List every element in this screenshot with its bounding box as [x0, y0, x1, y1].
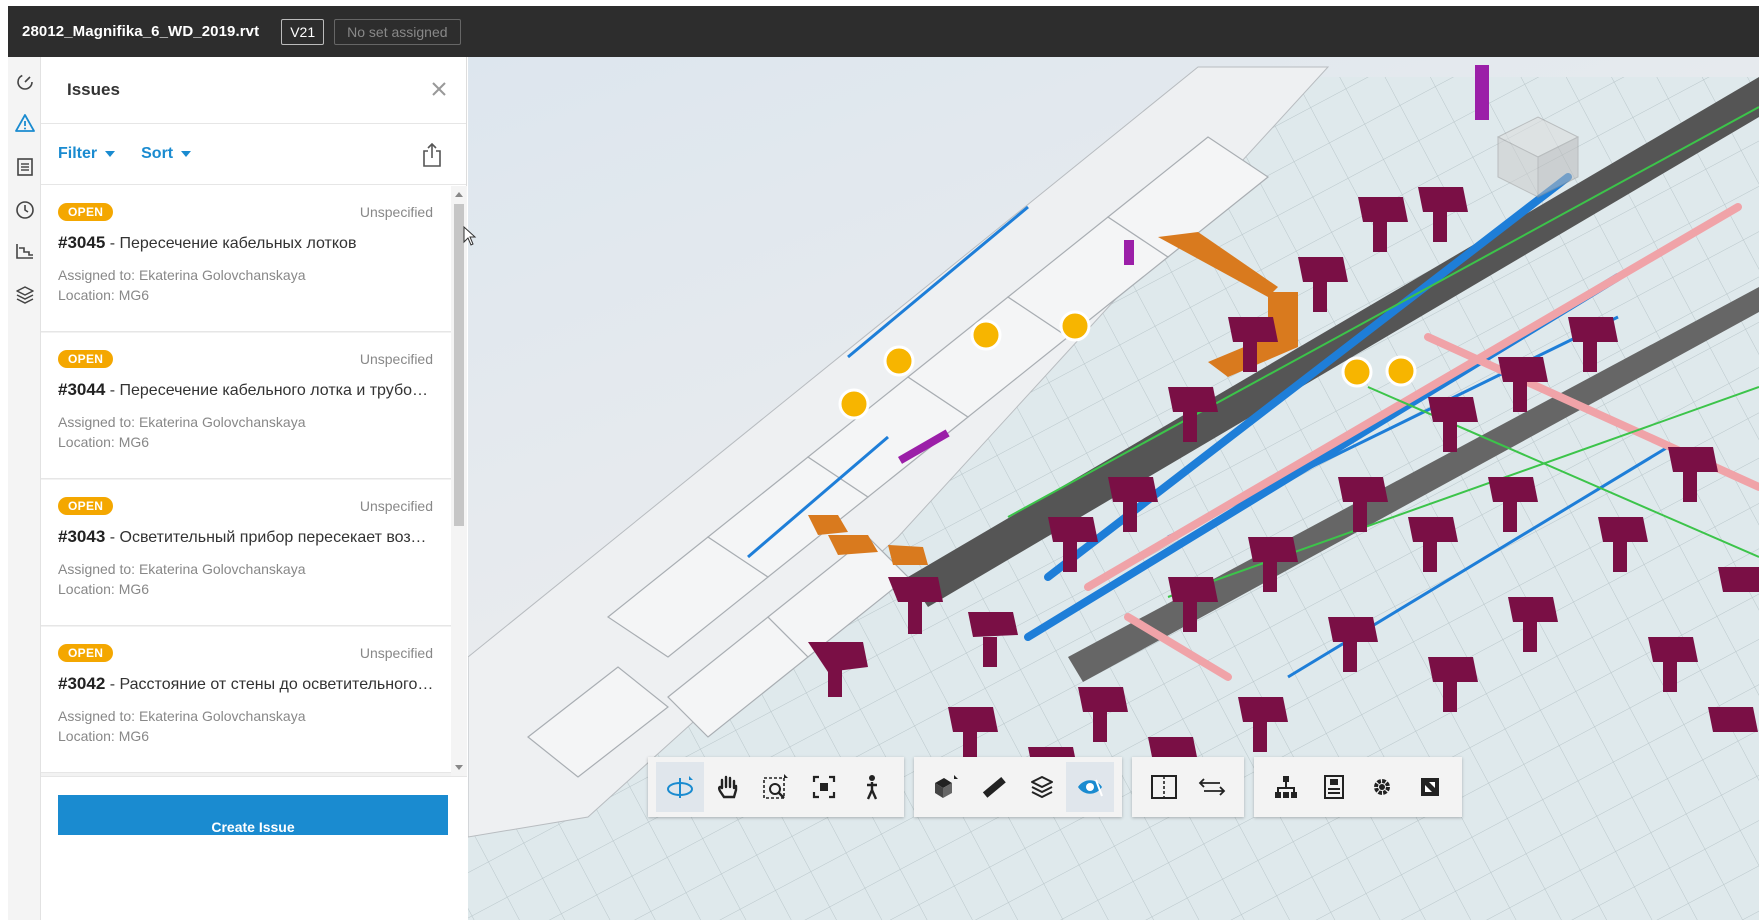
version-badge[interactable]: V21 [281, 18, 325, 45]
panel-title: Issues [67, 80, 120, 99]
location: Location: MG6 [58, 581, 150, 597]
warning-icon[interactable] [8, 107, 41, 139]
panel-tools [1254, 757, 1462, 817]
status-badge: OPEN [58, 350, 114, 368]
priority-label: Unspecified [359, 204, 433, 220]
mouse-cursor-icon [463, 226, 477, 246]
split-view-icon[interactable] [1140, 762, 1188, 812]
issue-title: #3042 - Расстояние от стены до осветител… [58, 674, 434, 694]
location: Location: MG6 [58, 728, 150, 744]
list-scrollbar[interactable] [451, 186, 467, 776]
zoom-window-icon[interactable] [752, 762, 800, 812]
issue-card[interactable]: OPEN Unspecified #3042 - Расстояние от с… [41, 627, 451, 773]
model-browser-icon[interactable] [1262, 762, 1310, 812]
status-badge: OPEN [58, 497, 114, 515]
compare-tools [1132, 757, 1244, 817]
sort-label: Sort [141, 145, 174, 162]
scroll-up-arrow-icon[interactable] [455, 192, 463, 197]
issue-meta: Assigned to: Ekaterina Golovchanskaya Lo… [58, 559, 434, 599]
orbit-icon[interactable] [656, 762, 704, 812]
chevron-down-icon [105, 151, 116, 157]
priority-label: Unspecified [359, 645, 433, 661]
create-issue-button[interactable]: Create Issue [58, 795, 448, 835]
issue-card[interactable]: OPEN Unspecified #3044 - Пересечение каб… [41, 333, 451, 479]
fit-view-icon[interactable] [800, 762, 848, 812]
issue-title-text: Пересечение кабельного лотка и трубопров… [119, 382, 435, 399]
priority-label: Unspecified [359, 351, 433, 367]
chart-icon[interactable] [8, 235, 41, 267]
location: Location: MG6 [58, 434, 150, 450]
panel-footer: Create Issue [41, 776, 467, 920]
issue-title: #3045 - Пересечение кабельных лотков [58, 233, 357, 252]
export-icon[interactable] [422, 142, 442, 168]
issue-list: OPEN Unspecified #3045 - Пересечение каб… [41, 186, 451, 776]
gauge-icon[interactable] [8, 65, 41, 97]
section-box-icon[interactable] [922, 762, 970, 812]
issue-card[interactable]: OPEN Unspecified #3043 - Осветительный п… [41, 480, 451, 626]
issue-card[interactable]: OPEN Unspecified #3045 - Пересечение каб… [41, 186, 451, 332]
assigned-to: Assigned to: Ekaterina Golovchanskaya [58, 414, 306, 430]
filter-sort-bar: Filter Sort [41, 124, 466, 185]
chevron-down-icon [181, 151, 192, 157]
scroll-thumb[interactable] [454, 204, 464, 526]
properties-icon[interactable] [1310, 762, 1358, 812]
status-badge: OPEN [58, 644, 114, 662]
first-person-icon[interactable] [848, 762, 896, 812]
model-tools [914, 757, 1122, 817]
filter-label: Filter [58, 145, 98, 162]
issue-number: #3045 [58, 233, 106, 252]
priority-label: Unspecified [359, 498, 433, 514]
assigned-to: Assigned to: Ekaterina Golovchanskaya [58, 561, 306, 577]
issue-title-text: Расстояние от стены до осветительного пр… [119, 676, 435, 693]
issue-meta: Assigned to: Ekaterina Golovchanskaya Lo… [58, 265, 434, 305]
issue-title-text: Пересечение кабельных лотков [119, 235, 357, 252]
scroll-down-arrow-icon[interactable] [455, 765, 463, 770]
visibility-icon[interactable] [1066, 762, 1114, 812]
issue-number: #3042 [58, 674, 106, 693]
sheets-icon[interactable] [8, 151, 41, 183]
issue-meta: Assigned to: Ekaterina Golovchanskaya Lo… [58, 706, 434, 746]
issue-title: #3043 - Осветительный прибор пересекает … [58, 527, 434, 547]
left-rail [8, 57, 41, 920]
issue-title: #3044 - Пересечение кабельного лотка и т… [58, 380, 434, 400]
filter-dropdown[interactable]: Filter [58, 145, 116, 163]
close-icon[interactable] [428, 78, 450, 100]
set-badge[interactable]: No set assigned [334, 18, 461, 45]
issues-panel: Issues Filter Sort OPEN Unspecified #304… [41, 57, 467, 920]
compare-icon[interactable] [1188, 762, 1236, 812]
assigned-to: Assigned to: Ekaterina Golovchanskaya [58, 708, 306, 724]
measure-icon[interactable] [970, 762, 1018, 812]
clock-icon[interactable] [8, 194, 41, 226]
settings-icon[interactable] [1358, 762, 1406, 812]
issue-number: #3043 [58, 527, 106, 546]
file-name[interactable]: 28012_Magnifika_6_WD_2019.rvt [22, 23, 259, 40]
top-bar: 28012_Magnifika_6_WD_2019.rvt V21 No set… [8, 6, 1759, 57]
assigned-to: Assigned to: Ekaterina Golovchanskaya [58, 267, 306, 283]
location: Location: MG6 [58, 287, 150, 303]
issue-number: #3044 [58, 380, 106, 399]
viewer-toolbar [648, 757, 1462, 817]
sort-dropdown[interactable]: Sort [141, 145, 192, 163]
explode-icon[interactable] [1018, 762, 1066, 812]
model-viewer[interactable] [468, 57, 1759, 920]
layers-icon[interactable] [8, 279, 41, 311]
fullscreen-icon[interactable] [1406, 762, 1454, 812]
issue-meta: Assigned to: Ekaterina Golovchanskaya Lo… [58, 412, 434, 452]
navigation-tools [648, 757, 904, 817]
pan-icon[interactable] [704, 762, 752, 812]
issue-title-text: Осветительный прибор пересекает воздухов… [119, 529, 435, 546]
panel-header: Issues [41, 57, 466, 124]
status-badge: OPEN [58, 203, 114, 221]
